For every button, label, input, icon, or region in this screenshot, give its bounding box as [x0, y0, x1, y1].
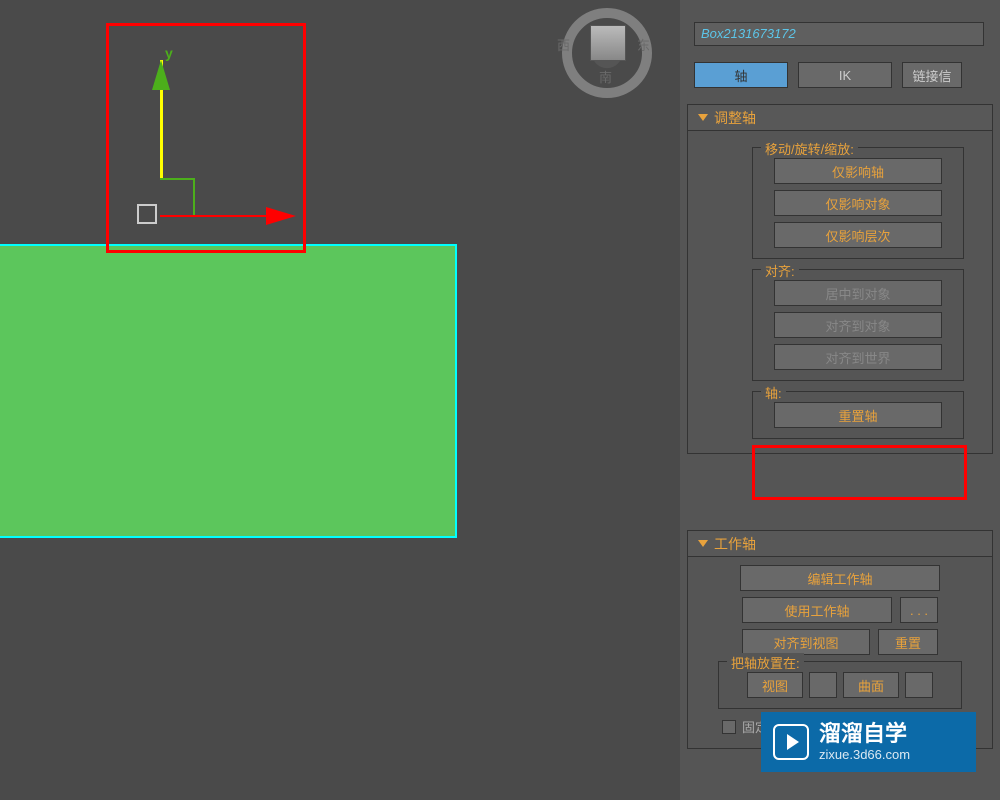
command-panel: Box2131673172 轴 IK 链接信 调整轴 移动/旋转/缩放: 仅影响…: [680, 0, 1000, 800]
place-surface-button[interactable]: 曲面: [843, 672, 899, 698]
use-working-pivot-button[interactable]: 使用工作轴: [742, 597, 892, 623]
reset-working-pivot-button[interactable]: 重置: [878, 629, 938, 655]
rollout-title: 工作轴: [714, 534, 756, 554]
viewport[interactable]: y 南 东 西: [0, 0, 680, 800]
affect-hierarchy-only-button[interactable]: 仅影响层次: [774, 222, 942, 248]
gizmo-x-axis[interactable]: [160, 215, 272, 217]
place-blank1-button[interactable]: [809, 672, 837, 698]
viewcube-east-label: 东: [637, 35, 650, 54]
align-to-view-button[interactable]: 对齐到视图: [742, 629, 870, 655]
group-label-move: 移动/旋转/缩放:: [761, 139, 858, 158]
tab-link-info[interactable]: 链接信: [902, 62, 962, 88]
gizmo-y-arrowhead[interactable]: [152, 60, 170, 90]
gizmo-y-label: y: [165, 45, 173, 61]
gizmo-x-arrowhead[interactable]: [266, 207, 296, 225]
group-alignment: 对齐: 居中到对象 对齐到对象 对齐到世界: [752, 269, 964, 381]
affect-object-only-button[interactable]: 仅影响对象: [774, 190, 942, 216]
watermark-subtitle: zixue.3d66.com: [819, 747, 910, 762]
play-icon: [773, 724, 809, 760]
place-view-button[interactable]: 视图: [747, 672, 803, 698]
viewcube[interactable]: 南 东 西: [562, 8, 652, 98]
reset-pivot-button[interactable]: 重置轴: [774, 402, 942, 428]
rollout-header-working-pivot[interactable]: 工作轴: [688, 531, 992, 557]
tab-ik[interactable]: IK: [798, 62, 892, 88]
center-to-object-button[interactable]: 居中到对象: [774, 280, 942, 306]
rollout-header-adjust-pivot[interactable]: 调整轴: [688, 105, 992, 131]
group-pivot: 轴: 重置轴: [752, 391, 964, 439]
hierarchy-tabs: 轴 IK 链接信: [694, 62, 962, 88]
watermark-title: 溜溜自学: [819, 722, 910, 746]
rollout-adjust-pivot: 调整轴 移动/旋转/缩放: 仅影响轴 仅影响对象 仅影响层次 对齐: 居中到对象…: [687, 104, 993, 454]
viewcube-west-label: 西: [557, 35, 570, 54]
align-to-object-button[interactable]: 对齐到对象: [774, 312, 942, 338]
group-move-rotate-scale: 移动/旋转/缩放: 仅影响轴 仅影响对象 仅影响层次: [752, 147, 964, 259]
gizmo-xy-plane[interactable]: [160, 178, 195, 215]
gizmo-screen-plane[interactable]: [137, 204, 157, 224]
tab-pivot[interactable]: 轴: [694, 62, 788, 88]
group-place-pivot: 把轴放置在: 视图 曲面: [718, 661, 962, 709]
selected-object-box[interactable]: [0, 244, 457, 538]
group-label-align: 对齐:: [761, 261, 799, 280]
align-to-world-button[interactable]: 对齐到世界: [774, 344, 942, 370]
watermark: 溜溜自学 zixue.3d66.com: [761, 712, 976, 772]
group-label-place: 把轴放置在:: [727, 653, 804, 672]
group-label-axis: 轴:: [761, 383, 786, 402]
viewcube-south-label: 南: [599, 67, 612, 86]
place-blank2-button[interactable]: [905, 672, 933, 698]
object-name-field[interactable]: Box2131673172: [694, 22, 984, 46]
collapse-icon: [698, 114, 708, 121]
viewcube-top-face[interactable]: [590, 25, 626, 61]
working-pivot-more-button[interactable]: . . .: [900, 597, 938, 623]
edit-working-pivot-button[interactable]: 编辑工作轴: [740, 565, 940, 591]
affect-pivot-only-button[interactable]: 仅影响轴: [774, 158, 942, 184]
rollout-title: 调整轴: [714, 108, 756, 128]
checkbox-icon[interactable]: [722, 720, 736, 734]
collapse-icon: [698, 540, 708, 547]
